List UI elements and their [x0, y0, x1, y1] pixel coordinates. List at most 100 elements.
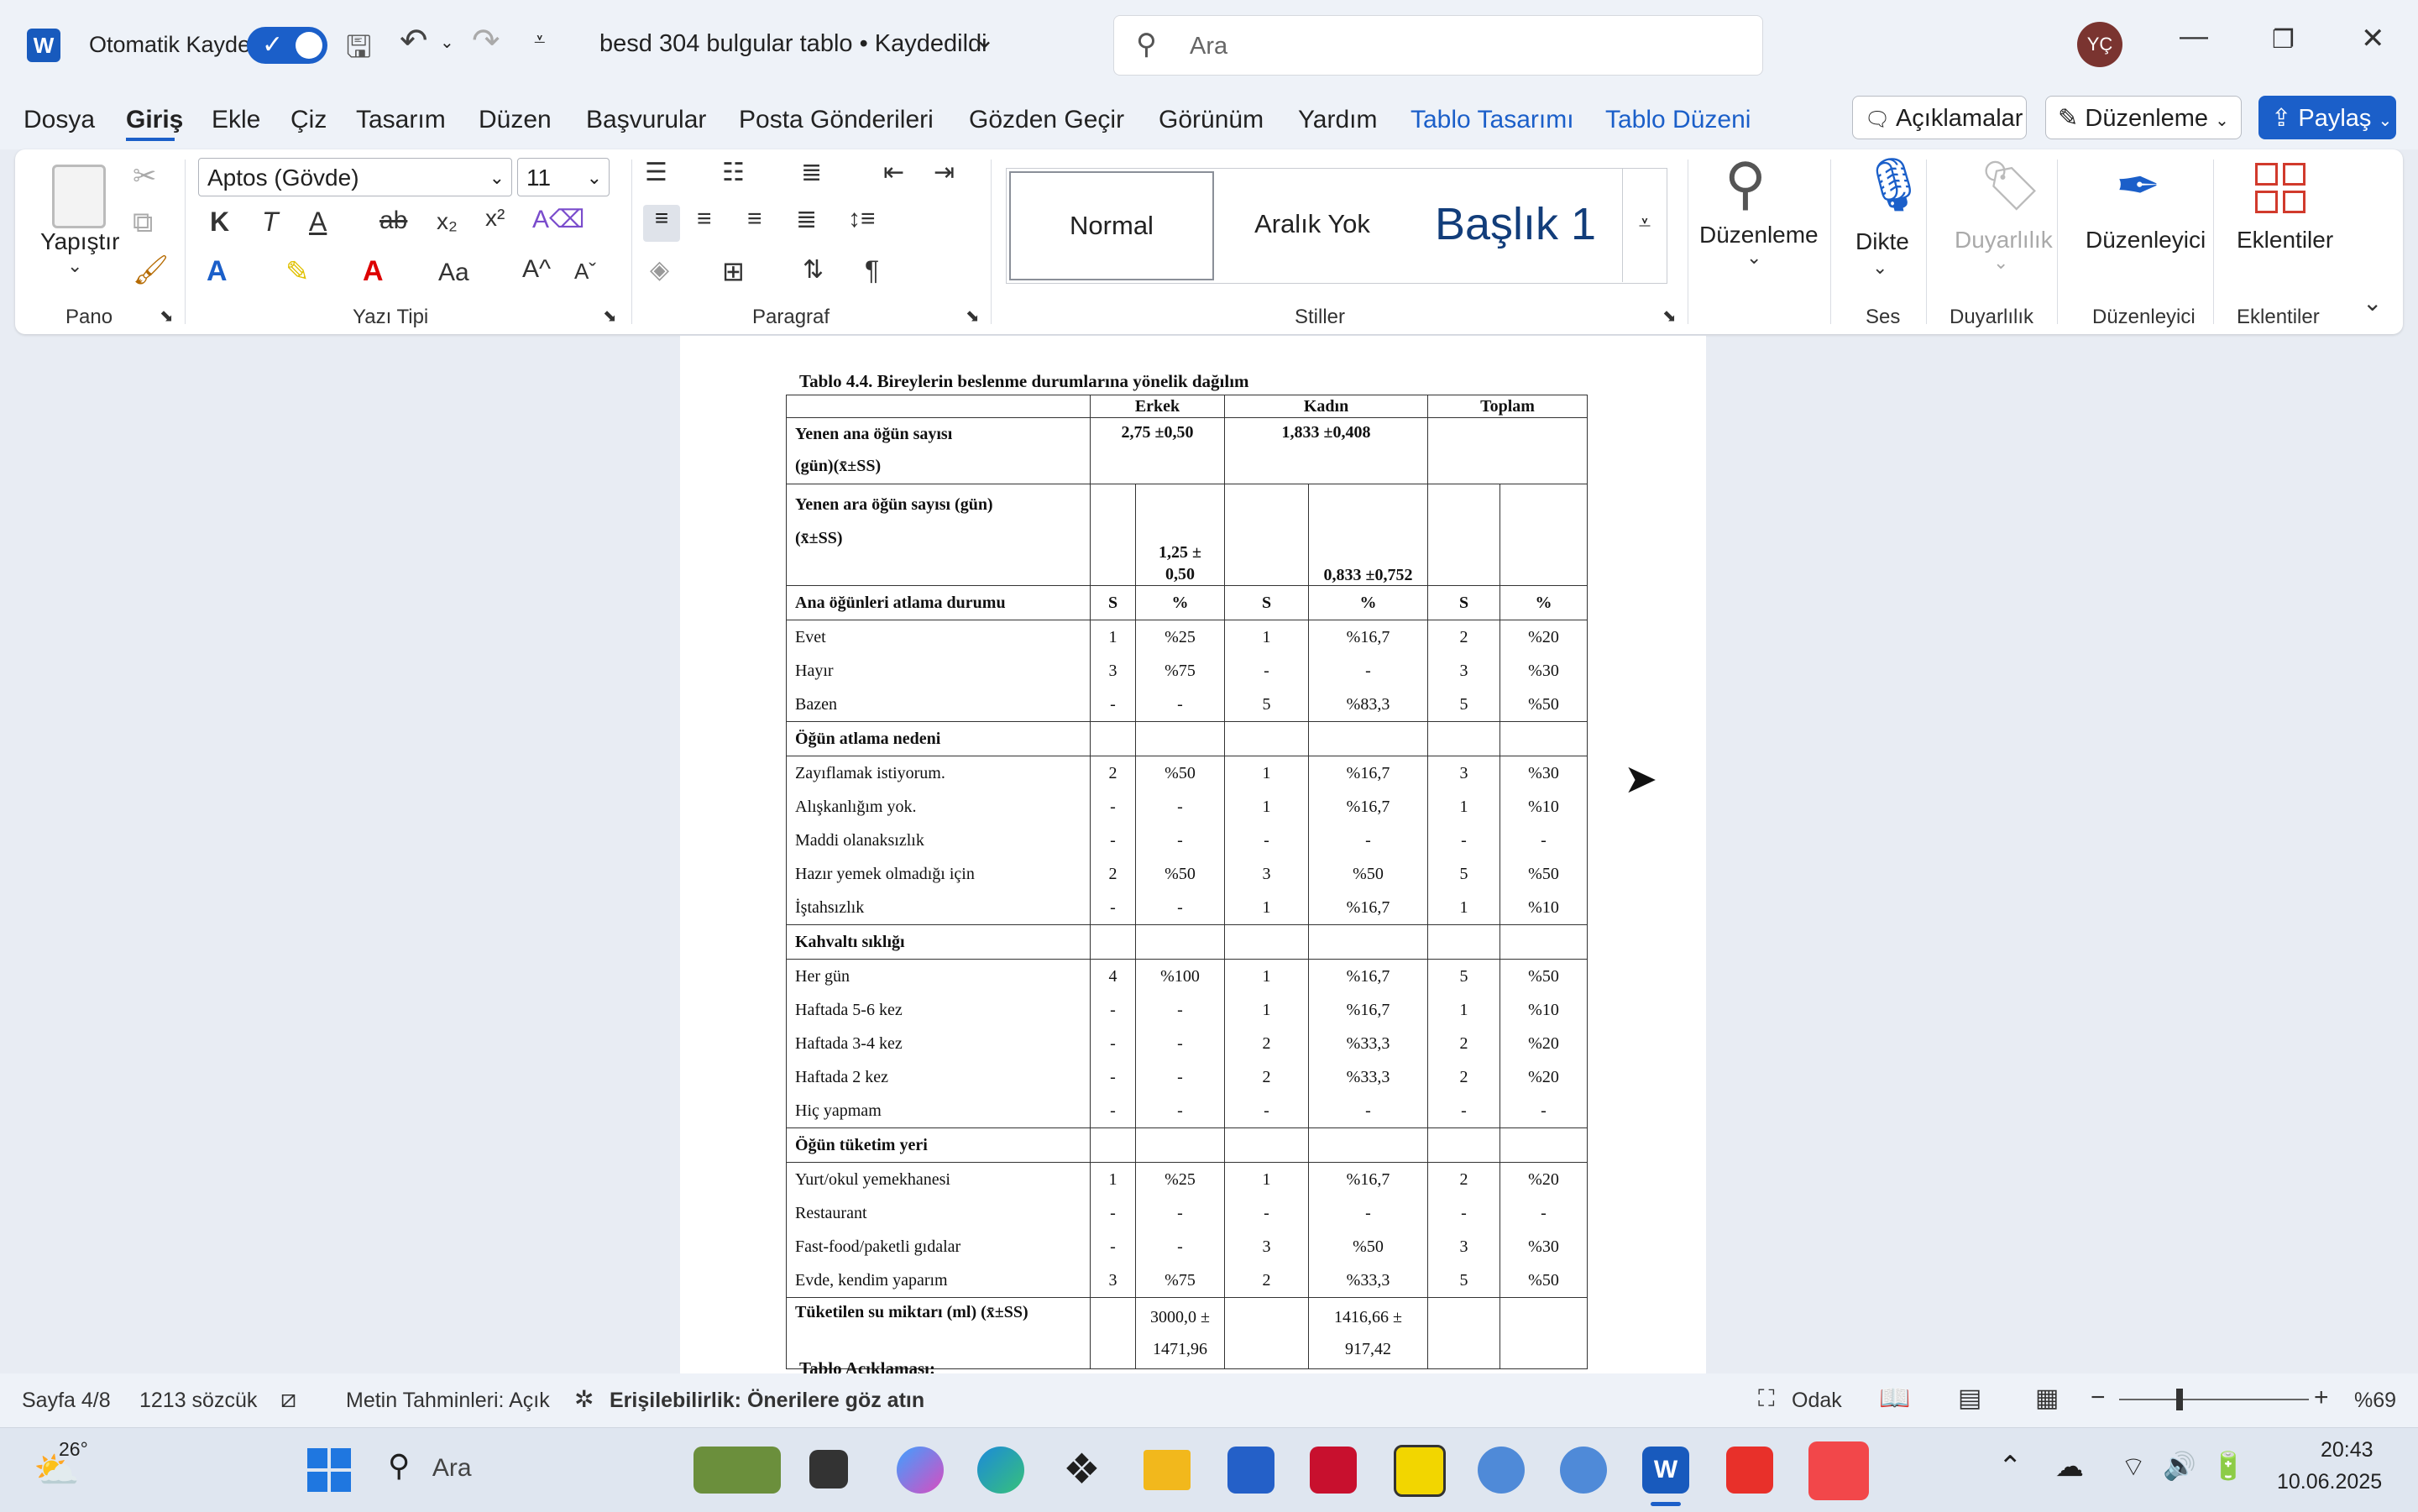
italic-button[interactable]: T [262, 207, 279, 238]
paste-dropdown-icon[interactable]: ⌄ [67, 255, 82, 277]
clipboard-launcher-icon[interactable]: ⬊ [160, 306, 174, 327]
zoom-slider-thumb[interactable] [2176, 1389, 2183, 1410]
title-chevron-down-icon[interactable]: ⌄ [974, 25, 995, 55]
zoom-slider[interactable] [2119, 1399, 2309, 1400]
cut-icon[interactable]: ✂ [133, 160, 157, 193]
focus-button[interactable]: Odak [1792, 1389, 1842, 1413]
notes-app-icon[interactable] [1394, 1445, 1446, 1497]
addins-button[interactable]: Eklentiler [2237, 227, 2333, 254]
sort-icon[interactable]: ⇅ [803, 255, 824, 285]
decrease-indent-icon[interactable]: ⇤ [883, 158, 904, 187]
font-launcher-icon[interactable]: ⬊ [603, 306, 617, 327]
onedrive-icon[interactable]: ☁ [2055, 1450, 2084, 1483]
word-app-icon[interactable]: W [1642, 1447, 1689, 1494]
undo-icon[interactable]: ↶ [400, 22, 428, 60]
wifi-icon[interactable]: ⌔ [2121, 1450, 2146, 1483]
tab-layout[interactable]: Düzen [479, 106, 552, 134]
editor-button[interactable]: Düzenleyici [2086, 227, 2206, 254]
format-painter-icon[interactable]: 🖌 [133, 254, 169, 287]
edge-app-icon[interactable] [977, 1447, 1024, 1494]
bullets-icon[interactable]: ☰ [645, 158, 667, 187]
terminal-app-icon[interactable] [809, 1450, 848, 1488]
taskbar-search[interactable]: ⚲ Ara [388, 1448, 690, 1492]
customize-toolbar-icon[interactable]: ⩡ [534, 29, 546, 52]
share-button[interactable]: ⇪ Paylaş ⌄ [2258, 96, 2396, 139]
mcafee-app-icon[interactable] [1310, 1447, 1357, 1494]
zoom-level[interactable]: %69 [2354, 1389, 2396, 1413]
tab-review[interactable]: Gözden Geçir [969, 106, 1124, 134]
tab-draw[interactable]: Çiz [290, 106, 327, 134]
close-icon[interactable]: ✕ [2361, 22, 2385, 55]
strikethrough-icon[interactable]: ab [379, 207, 407, 235]
multilevel-list-icon[interactable]: ≣ [801, 158, 822, 187]
accessibility-status[interactable]: Erişilebilirlik: Önerilere göz atın [610, 1389, 924, 1413]
math-app-icon[interactable] [1478, 1447, 1525, 1494]
shading-icon[interactable]: ◈ [650, 255, 669, 285]
store-app-icon[interactable] [1227, 1447, 1274, 1494]
start-icon[interactable] [307, 1448, 351, 1492]
math-app-icon-2[interactable] [1560, 1447, 1607, 1494]
web-layout-icon[interactable]: ▦ [2035, 1384, 2059, 1413]
widget-app-icon[interactable] [693, 1447, 781, 1494]
dictate-button[interactable]: Dikte [1855, 228, 1909, 255]
page-indicator[interactable]: Sayfa 4/8 [22, 1389, 111, 1413]
clock-time[interactable]: 20:43 [2321, 1438, 2374, 1462]
tab-insert[interactable]: Ekle [212, 106, 260, 134]
data-table[interactable]: Erkek Kadın Toplam Yenen ana öğün sayısı… [786, 395, 1588, 1369]
grow-font-icon[interactable]: A^ [522, 255, 551, 284]
anydesk-app-icon-2[interactable] [1808, 1441, 1869, 1500]
battery-icon[interactable]: 🔋 [2211, 1450, 2245, 1482]
bold-button[interactable]: K [210, 207, 229, 238]
save-icon[interactable]: 🖫 [346, 25, 372, 76]
subscript-icon[interactable]: x₂ [437, 208, 458, 235]
sensitivity-chevron-icon[interactable]: ⌄ [1993, 252, 2008, 274]
copilot-app-icon[interactable] [897, 1447, 944, 1494]
document-title[interactable]: besd 304 bulgular tablo • Kaydedildi [599, 30, 987, 58]
avatar[interactable]: YÇ [2077, 22, 2122, 67]
tab-table-layout[interactable]: Tablo Düzeni [1605, 106, 1751, 134]
search-input[interactable]: Ara [1190, 33, 1227, 60]
align-left-icon[interactable]: ≡ [643, 205, 680, 242]
line-spacing-icon[interactable]: ↕≡ [848, 205, 876, 233]
superscript-icon[interactable]: x² [485, 205, 505, 232]
sensitivity-button[interactable]: Duyarlılık [1955, 227, 2053, 254]
word-count[interactable]: 1213 sözcük [139, 1389, 257, 1413]
tab-references[interactable]: Başvurular [586, 106, 706, 134]
tab-table-design[interactable]: Tablo Tasarımı [1410, 106, 1574, 134]
align-right-icon[interactable]: ≡ [747, 205, 762, 233]
numbering-icon[interactable]: ☷ [722, 158, 745, 187]
styles-more-button[interactable]: ⩡ [1622, 168, 1667, 282]
paragraph-launcher-icon[interactable]: ⬊ [966, 306, 980, 327]
zoom-out-icon[interactable]: − [2091, 1384, 2106, 1412]
zoom-in-icon[interactable]: + [2314, 1384, 2329, 1412]
editing-mode-button[interactable]: ✎ Düzenleme ⌄ [2045, 96, 2242, 139]
borders-icon[interactable]: ⊞ [722, 255, 745, 287]
tab-file[interactable]: Dosya [24, 106, 95, 134]
tab-view[interactable]: Görünüm [1159, 106, 1264, 134]
align-center-icon[interactable]: ≡ [697, 205, 712, 233]
dictate-chevron-icon[interactable]: ⌄ [1872, 257, 1887, 279]
clear-formatting-icon[interactable]: A⌫ [532, 205, 584, 234]
clock-date[interactable]: 10.06.2025 [2277, 1470, 2382, 1494]
tray-overflow-icon[interactable]: ⌃ [1998, 1450, 2023, 1483]
text-effects-icon[interactable]: A [207, 255, 228, 288]
tab-mailings[interactable]: Posta Gönderileri [739, 106, 934, 134]
document-page[interactable]: Tablo 4.4. Bireylerin beslenme durumları… [680, 336, 1706, 1379]
font-color-icon[interactable]: A [363, 255, 384, 288]
read-mode-icon[interactable]: 📖 [1879, 1384, 1910, 1413]
paste-button[interactable]: Yapıştır [40, 228, 119, 255]
autosave-toggle[interactable]: ✓ [247, 27, 327, 64]
minimize-icon[interactable]: — [2180, 20, 2208, 53]
copy-icon[interactable]: ⧉ [133, 207, 153, 239]
change-case-icon[interactable]: Aa [438, 259, 469, 287]
font-size-select[interactable]: 11 ⌄ [517, 158, 610, 196]
comments-button[interactable]: 🗨 Açıklamalar [1852, 96, 2027, 139]
highlight-icon[interactable]: ✎ [285, 255, 310, 289]
anydesk-app-icon[interactable] [1726, 1447, 1773, 1494]
style-heading-1[interactable]: Başlık 1 [1419, 171, 1612, 277]
style-normal[interactable]: Normal [1009, 171, 1214, 280]
print-layout-icon[interactable]: ▤ [1958, 1384, 1981, 1413]
justify-icon[interactable]: ≣ [796, 205, 817, 234]
file-explorer-app-icon[interactable] [1144, 1450, 1191, 1490]
volume-icon[interactable]: 🔊 [2163, 1450, 2196, 1482]
